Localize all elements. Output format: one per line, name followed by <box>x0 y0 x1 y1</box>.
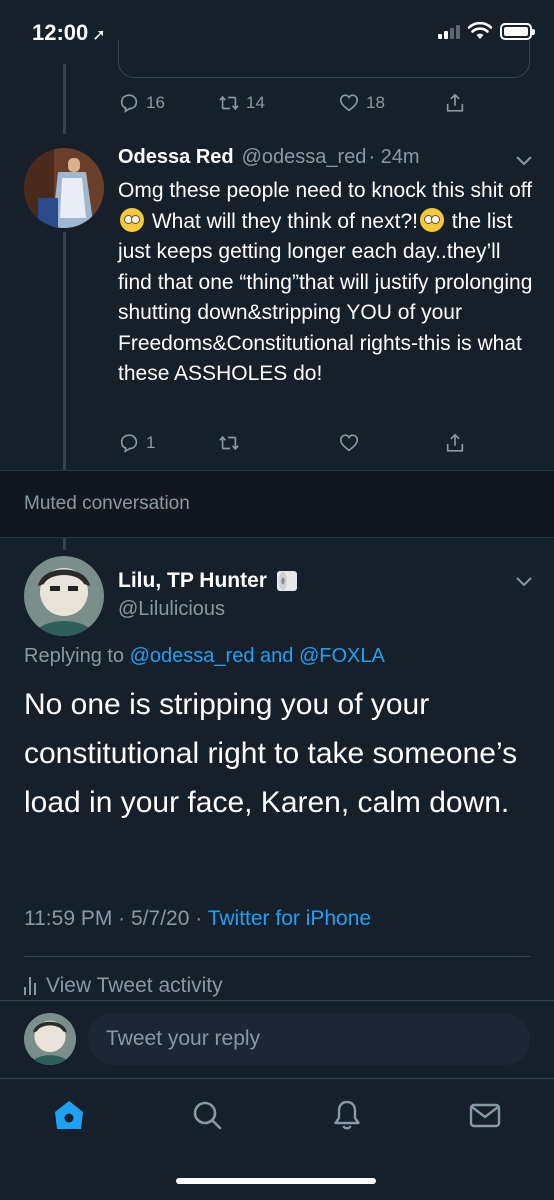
status-icons <box>438 22 535 40</box>
replying-user-link[interactable]: @FOXLA <box>299 645 385 667</box>
reply-icon <box>120 94 138 113</box>
cellular-signal-icon <box>438 23 460 39</box>
avatar-lilu[interactable] <box>24 556 104 636</box>
search-icon[interactable] <box>190 1098 224 1132</box>
reply-input[interactable] <box>88 1013 530 1065</box>
retweet-count: 14 <box>246 93 265 112</box>
home-indicator <box>176 1178 376 1184</box>
share-icon <box>446 93 464 112</box>
muted-conversation-strip[interactable]: Muted conversation <box>0 470 554 538</box>
toilet-paper-icon <box>276 571 297 591</box>
view-tweet-activity[interactable]: View Tweet activity <box>24 974 223 998</box>
reply-tweet-header: Odessa Red @odessa_red · 24m <box>118 146 420 169</box>
reply-action[interactable]: 16 <box>118 92 165 114</box>
retweet-icon <box>219 95 239 111</box>
retweet-icon <box>219 435 239 451</box>
previous-tweet-actions: 16 14 18 <box>118 88 478 118</box>
thread-line-top <box>63 64 66 134</box>
replying-to: Replying to @odessa_red and @FOXLA <box>24 645 385 668</box>
retweet-action[interactable] <box>218 432 240 454</box>
share-action[interactable] <box>444 92 466 114</box>
tweet-text-part: Omg these people need to knock this shit… <box>118 179 533 202</box>
like-count: 18 <box>366 93 385 112</box>
replying-prefix: Replying to <box>24 645 125 667</box>
heart-icon <box>339 434 359 452</box>
tweet-date: 5/7/20 <box>131 907 190 930</box>
tweet-time: 11:59 PM <box>24 907 113 930</box>
status-time: 12:00 ➚ <box>32 20 106 46</box>
eye-roll-emoji-icon <box>120 207 144 232</box>
chevron-down-icon[interactable] <box>514 574 534 588</box>
activity-label: View Tweet activity <box>46 974 223 997</box>
like-action[interactable]: 18 <box>338 92 385 114</box>
location-arrow-icon: ➚ <box>92 27 106 44</box>
tweet-time: · 24m <box>368 146 420 168</box>
tweet-meta: 11:59 PM · 5/7/20 · Twitter for iPhone <box>24 907 371 931</box>
messages-mail-icon[interactable] <box>468 1098 502 1132</box>
clock-text: 12:00 <box>32 20 89 45</box>
muted-label: Muted conversation <box>24 493 190 514</box>
reply-count: 1 <box>146 433 156 452</box>
battery-icon <box>500 22 535 40</box>
heart-icon <box>339 94 359 112</box>
main-author-row: Lilu, TP Hunter <box>118 568 299 594</box>
tweet-text-part: What will they think of next?! <box>146 209 418 233</box>
author-handle[interactable]: @odessa_red <box>242 146 367 169</box>
meta-separator: · <box>118 907 131 930</box>
tweet-text-part: the list just keeps getting longer each … <box>118 209 533 386</box>
author-name[interactable]: Lilu, TP Hunter <box>118 569 267 593</box>
chevron-down-icon[interactable] <box>514 153 534 167</box>
thread-line-reply <box>63 232 66 472</box>
author-name[interactable]: Odessa Red <box>118 146 234 169</box>
main-tweet-text: No one is stripping you of your constitu… <box>24 688 518 819</box>
reply-tweet-text: Omg these people need to knock this shit… <box>118 176 538 390</box>
reply-action[interactable]: 1 <box>118 432 155 454</box>
like-action[interactable] <box>338 432 360 454</box>
reply-count: 16 <box>146 93 165 112</box>
thread-line-main <box>63 538 66 550</box>
replying-and: and <box>260 645 294 667</box>
replying-user-link[interactable]: @odessa_red <box>130 645 255 667</box>
reply-icon <box>120 434 138 453</box>
tweet-source-link[interactable]: Twitter for iPhone <box>208 907 371 930</box>
meta-separator: · <box>195 907 208 930</box>
retweet-action[interactable]: 14 <box>218 92 265 114</box>
reply-tweet-actions: 1 <box>118 428 478 458</box>
avatar-odessa-red[interactable] <box>24 148 104 228</box>
divider <box>24 956 530 957</box>
wifi-icon <box>468 22 492 39</box>
current-user-avatar[interactable] <box>24 1013 76 1065</box>
eye-roll-emoji-icon <box>419 207 444 232</box>
notifications-bell-icon[interactable] <box>330 1098 364 1132</box>
author-handle[interactable]: @Lilulicious <box>118 598 225 621</box>
quoted-card-remnant[interactable] <box>118 40 530 78</box>
share-action[interactable] <box>444 432 466 454</box>
home-icon[interactable] <box>52 1098 86 1132</box>
activity-bars-icon <box>24 977 36 995</box>
share-icon <box>446 433 464 452</box>
